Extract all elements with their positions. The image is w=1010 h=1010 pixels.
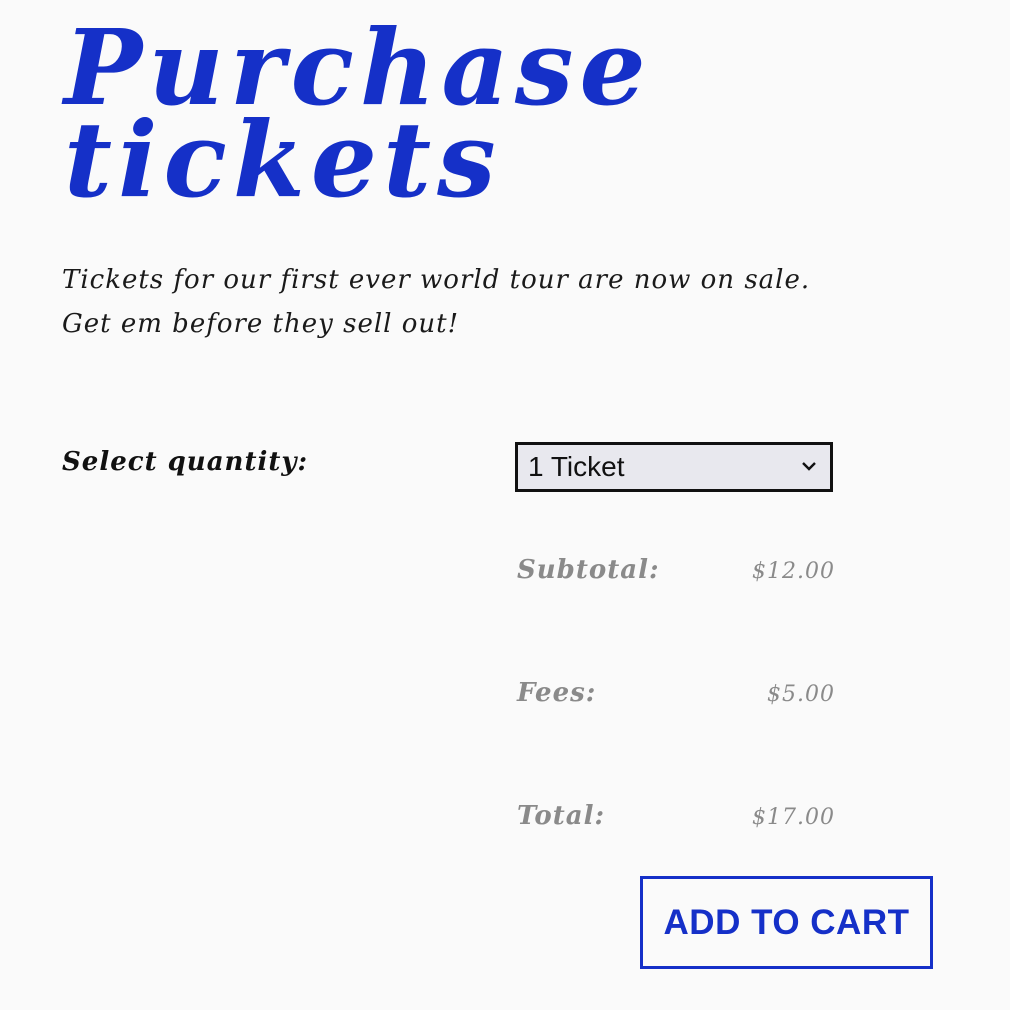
fees-value: $5.00 <box>767 682 835 707</box>
subtotal-value: $12.00 <box>752 559 835 584</box>
description-line-1: Tickets for our first ever world tour ar… <box>62 265 811 295</box>
chevron-down-icon <box>802 462 816 471</box>
total-value: $17.00 <box>752 805 835 830</box>
fees-label: Fees: <box>517 678 597 708</box>
total-label: Total: <box>517 801 606 831</box>
quantity-select[interactable]: 1 Ticket <box>515 442 833 492</box>
quantity-select-value: 1 Ticket <box>528 451 625 482</box>
description-line-2: Get em before they sell out! <box>62 309 460 339</box>
page-description: Tickets for our first ever world tour ar… <box>62 258 942 346</box>
page-title: Purchase tickets <box>64 16 784 212</box>
add-to-cart-button[interactable]: ADD TO CART <box>640 876 933 969</box>
subtotal-label: Subtotal: <box>517 555 660 585</box>
total-row: Total: $17.00 <box>517 796 835 836</box>
add-to-cart-label: ADD TO CART <box>663 902 910 942</box>
page-title-text: Purchase tickets <box>64 6 652 221</box>
quantity-label: Select quantity: <box>62 447 309 477</box>
fees-row: Fees: $5.00 <box>517 673 835 713</box>
ticket-purchase-page: Purchase tickets Tickets for our first e… <box>0 0 1010 1010</box>
subtotal-row: Subtotal: $12.00 <box>517 550 835 590</box>
